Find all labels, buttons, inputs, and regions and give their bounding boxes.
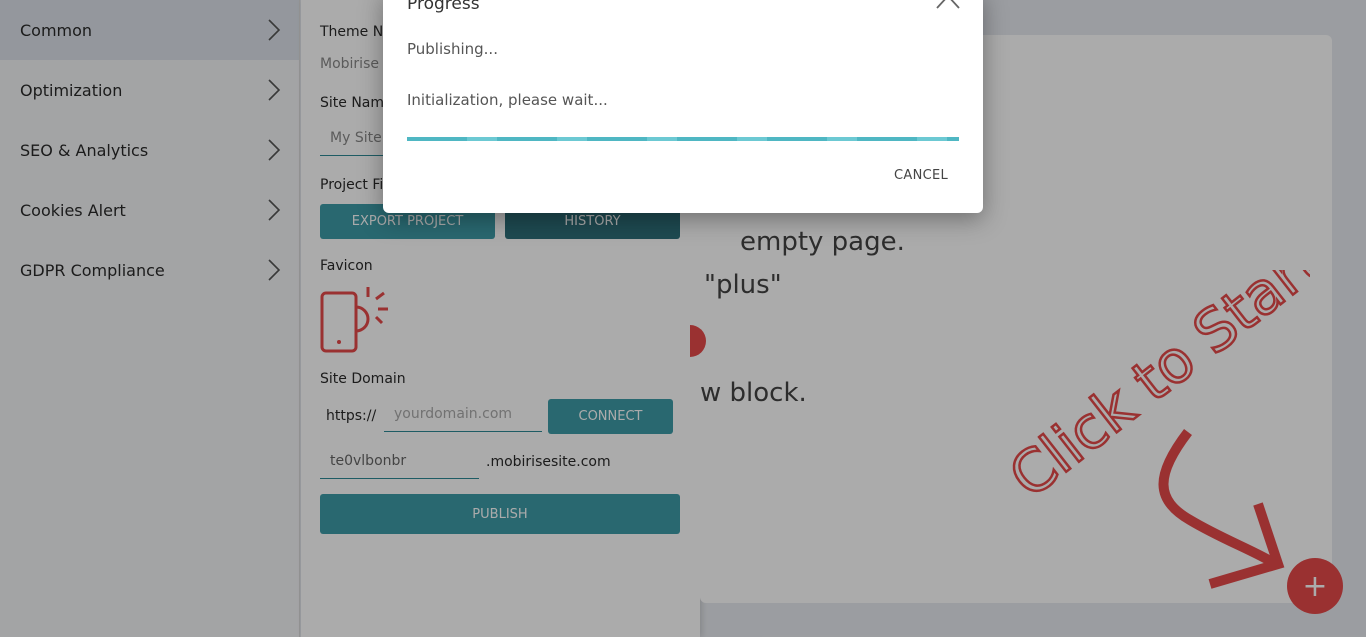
dialog-title: Progress bbox=[407, 0, 480, 14]
progress-bar-fill bbox=[407, 137, 959, 141]
dialog-status: Publishing... bbox=[407, 40, 498, 58]
progress-bar bbox=[407, 137, 959, 141]
progress-dialog: Progress Publishing... Initialization, p… bbox=[383, 0, 983, 213]
chevron-up-icon[interactable] bbox=[935, 0, 961, 10]
dialog-message: Initialization, please wait... bbox=[407, 91, 608, 109]
cancel-button[interactable]: CANCEL bbox=[894, 168, 948, 183]
